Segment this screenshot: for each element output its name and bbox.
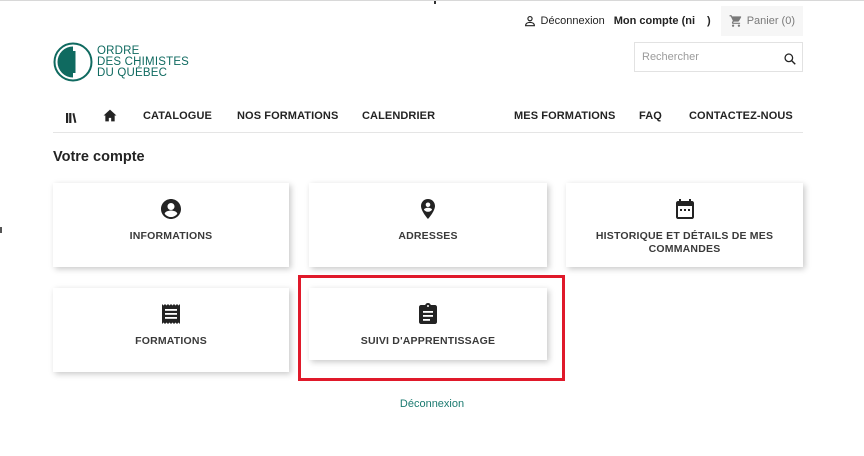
my-account-link[interactable]: Mon compte (ni) <box>614 15 711 27</box>
shopping-cart-icon <box>729 15 741 27</box>
nav-nos-formations[interactable]: NOS FORMATIONS <box>237 110 338 122</box>
my-account-suffix: ) <box>707 15 711 27</box>
site-logo[interactable]: ORDRE DES CHIMISTES DU QUÉBEC <box>53 42 189 82</box>
card-historique-label: HISTORIQUE ET DÉTAILS DE MES COMMANDES <box>596 230 773 256</box>
ocq-logo-icon <box>53 42 93 82</box>
nav-catalogue[interactable]: CATALOGUE <box>143 110 212 122</box>
search-input[interactable] <box>635 43 775 71</box>
card-formations-label: FORMATIONS <box>135 335 207 347</box>
edge-mark <box>0 227 2 233</box>
nav-mes-formations[interactable]: MES FORMATIONS <box>514 110 615 122</box>
page-title: Votre compte <box>53 149 145 165</box>
card-informations[interactable]: INFORMATIONS <box>53 183 289 267</box>
logo-line-2: DES CHIMISTES <box>97 55 190 68</box>
account-bar: Déconnexion Mon compte (ni) Panier (0) <box>523 6 803 36</box>
footer-logout-link[interactable]: Déconnexion <box>0 398 864 410</box>
card-adresses[interactable]: ADRESSES <box>309 183 547 267</box>
header-logout-link[interactable]: Déconnexion <box>523 14 605 28</box>
logo-line-1: ORDRE <box>97 44 140 57</box>
person-icon <box>524 15 535 27</box>
main-nav: CATALOGUE NOS FORMATIONS CALENDRIER MES … <box>53 104 803 133</box>
card-informations-label: INFORMATIONS <box>129 230 213 242</box>
top-tick-mark <box>434 1 436 4</box>
cart-label: Panier (0) <box>746 15 795 27</box>
logo-line-3: DU QUÉBEC <box>97 66 168 79</box>
home-icon[interactable] <box>103 109 117 122</box>
top-border <box>0 0 864 4</box>
nav-calendrier[interactable]: CALENDRIER <box>362 110 435 122</box>
search-icon[interactable] <box>783 52 797 66</box>
card-historique-label-line2: COMMANDES <box>648 243 721 255</box>
header-logout-label: Déconnexion <box>540 15 605 27</box>
card-historique-label-line1: HISTORIQUE ET DÉTAILS DE MES <box>595 230 774 242</box>
logo-text: ORDRE DES CHIMISTES DU QUÉBEC <box>97 44 190 79</box>
calendar-icon <box>675 199 694 219</box>
receipt-icon <box>162 304 180 324</box>
library-icon[interactable] <box>65 112 77 124</box>
card-adresses-label: ADRESSES <box>398 230 458 242</box>
card-formations[interactable]: FORMATIONS <box>53 288 289 372</box>
nav-faq[interactable]: FAQ <box>639 110 662 122</box>
search-box <box>634 42 803 72</box>
nav-contactez-nous[interactable]: CONTACTEZ-NOUS <box>689 110 793 122</box>
location-pin-icon <box>421 199 435 219</box>
card-historique[interactable]: HISTORIQUE ET DÉTAILS DE MES COMMANDES <box>566 183 803 267</box>
highlight-box <box>298 275 565 381</box>
my-account-label: Mon compte (ni <box>613 15 696 27</box>
cart-button[interactable]: Panier (0) <box>720 6 803 36</box>
account-circle-icon <box>161 199 181 219</box>
